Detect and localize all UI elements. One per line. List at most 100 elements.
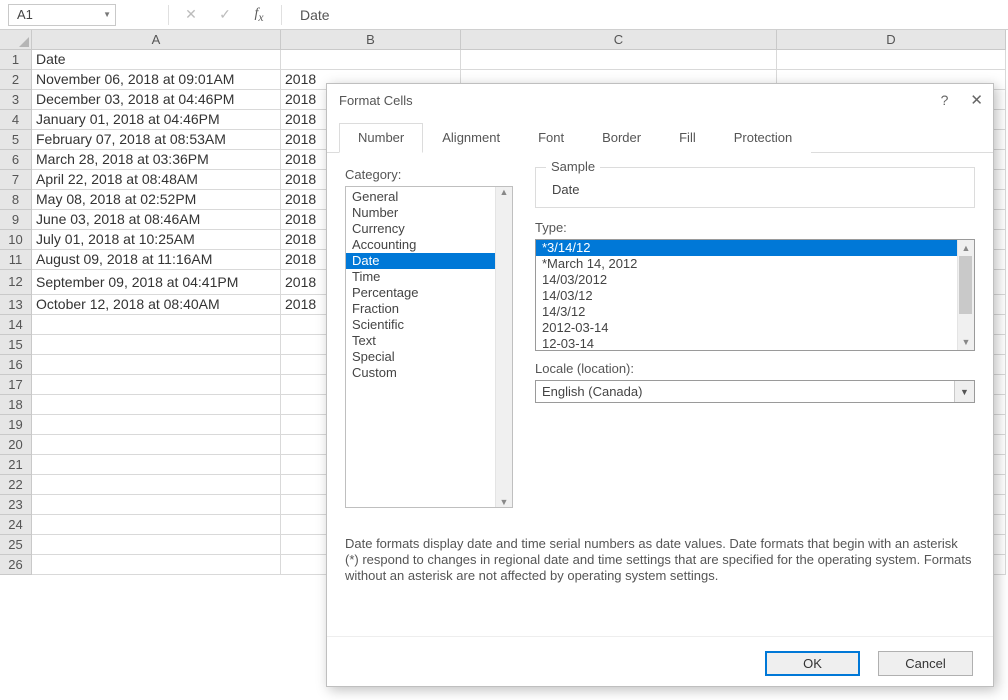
- row-header[interactable]: 3: [0, 90, 32, 110]
- row-header[interactable]: 15: [0, 335, 32, 355]
- row-header[interactable]: 10: [0, 230, 32, 250]
- list-item[interactable]: 2012-03-14: [536, 320, 974, 336]
- row-header[interactable]: 18: [0, 395, 32, 415]
- list-item[interactable]: Custom: [346, 365, 512, 381]
- list-item[interactable]: Percentage: [346, 285, 512, 301]
- cell[interactable]: [32, 435, 281, 455]
- scroll-down-icon[interactable]: ▼: [962, 337, 971, 347]
- type-listbox[interactable]: *3/14/12*March 14, 201214/03/201214/03/1…: [535, 239, 975, 351]
- row-header[interactable]: 8: [0, 190, 32, 210]
- close-icon[interactable]: ✕: [970, 91, 983, 109]
- list-item[interactable]: 14/03/12: [536, 288, 974, 304]
- cell[interactable]: [461, 50, 777, 70]
- cell[interactable]: [32, 335, 281, 355]
- tab-border[interactable]: Border: [583, 123, 660, 153]
- list-item[interactable]: Accounting: [346, 237, 512, 253]
- cell[interactable]: November 06, 2018 at 09:01AM: [32, 70, 281, 90]
- dialog-titlebar[interactable]: Format Cells ? ✕: [327, 84, 993, 116]
- cell[interactable]: [32, 455, 281, 475]
- scroll-down-icon[interactable]: ▼: [500, 497, 509, 507]
- column-header[interactable]: D: [777, 30, 1006, 50]
- scroll-up-icon[interactable]: ▲: [962, 243, 971, 253]
- cell[interactable]: [32, 315, 281, 335]
- cancel-entry-icon[interactable]: ✕: [183, 6, 199, 23]
- list-item[interactable]: Special: [346, 349, 512, 365]
- cell[interactable]: [32, 555, 281, 575]
- cell[interactable]: March 28, 2018 at 03:36PM: [32, 150, 281, 170]
- cancel-button[interactable]: Cancel: [878, 651, 973, 676]
- row-header[interactable]: 19: [0, 415, 32, 435]
- list-item[interactable]: 14/03/2012: [536, 272, 974, 288]
- row-header[interactable]: 24: [0, 515, 32, 535]
- row-header[interactable]: 9: [0, 210, 32, 230]
- row-header[interactable]: 22: [0, 475, 32, 495]
- row-header[interactable]: 2: [0, 70, 32, 90]
- column-header[interactable]: C: [461, 30, 777, 50]
- cell[interactable]: February 07, 2018 at 08:53AM: [32, 130, 281, 150]
- list-item[interactable]: Currency: [346, 221, 512, 237]
- scrollbar[interactable]: ▲ ▼: [495, 187, 512, 507]
- confirm-entry-icon[interactable]: ✓: [217, 6, 233, 23]
- scroll-up-icon[interactable]: ▲: [500, 187, 509, 197]
- row-header[interactable]: 17: [0, 375, 32, 395]
- cell[interactable]: June 03, 2018 at 08:46AM: [32, 210, 281, 230]
- row-header[interactable]: 12: [0, 270, 32, 295]
- row-header[interactable]: 14: [0, 315, 32, 335]
- cell[interactable]: April 22, 2018 at 08:48AM: [32, 170, 281, 190]
- cell[interactable]: [281, 50, 461, 70]
- cell[interactable]: [32, 415, 281, 435]
- insert-function-icon[interactable]: fx: [251, 6, 267, 24]
- help-icon[interactable]: ?: [941, 92, 949, 108]
- cell[interactable]: [32, 395, 281, 415]
- row-header[interactable]: 7: [0, 170, 32, 190]
- row-header[interactable]: 11: [0, 250, 32, 270]
- cell[interactable]: [32, 475, 281, 495]
- row-header[interactable]: 4: [0, 110, 32, 130]
- list-item[interactable]: Fraction: [346, 301, 512, 317]
- row-header[interactable]: 23: [0, 495, 32, 515]
- tab-protection[interactable]: Protection: [715, 123, 812, 153]
- tab-alignment[interactable]: Alignment: [423, 123, 519, 153]
- cell[interactable]: [32, 355, 281, 375]
- chevron-down-icon[interactable]: ▼: [954, 381, 974, 402]
- scrollbar-thumb[interactable]: [959, 256, 972, 314]
- list-item[interactable]: Date: [346, 253, 512, 269]
- ok-button[interactable]: OK: [765, 651, 860, 676]
- row-header[interactable]: 21: [0, 455, 32, 475]
- category-listbox[interactable]: GeneralNumberCurrencyAccountingDateTimeP…: [345, 186, 513, 508]
- list-item[interactable]: Scientific: [346, 317, 512, 333]
- row-header[interactable]: 6: [0, 150, 32, 170]
- list-item[interactable]: Text: [346, 333, 512, 349]
- cell[interactable]: July 01, 2018 at 10:25AM: [32, 230, 281, 250]
- list-item[interactable]: *March 14, 2012: [536, 256, 974, 272]
- list-item[interactable]: 14/3/12: [536, 304, 974, 320]
- locale-select[interactable]: English (Canada) ▼: [535, 380, 975, 403]
- list-item[interactable]: 12-03-14: [536, 336, 974, 352]
- cell[interactable]: [32, 515, 281, 535]
- chevron-down-icon[interactable]: ▼: [103, 10, 111, 19]
- scrollbar[interactable]: ▲ ▼: [957, 240, 974, 350]
- tab-fill[interactable]: Fill: [660, 123, 715, 153]
- row-header[interactable]: 20: [0, 435, 32, 455]
- row-header[interactable]: 26: [0, 555, 32, 575]
- cell[interactable]: September 09, 2018 at 04:41PM: [32, 270, 281, 295]
- cell[interactable]: May 08, 2018 at 02:52PM: [32, 190, 281, 210]
- cell[interactable]: [777, 50, 1006, 70]
- cell[interactable]: December 03, 2018 at 04:46PM: [32, 90, 281, 110]
- cell[interactable]: Date: [32, 50, 281, 70]
- list-item[interactable]: General: [346, 189, 512, 205]
- row-header[interactable]: 16: [0, 355, 32, 375]
- cell[interactable]: [32, 375, 281, 395]
- tab-number[interactable]: Number: [339, 123, 423, 153]
- select-all-corner[interactable]: [0, 30, 32, 50]
- cell[interactable]: August 09, 2018 at 11:16AM: [32, 250, 281, 270]
- formula-bar-input[interactable]: Date: [290, 7, 330, 23]
- row-header[interactable]: 1: [0, 50, 32, 70]
- list-item[interactable]: Number: [346, 205, 512, 221]
- cell[interactable]: [32, 535, 281, 555]
- row-header[interactable]: 25: [0, 535, 32, 555]
- cell[interactable]: [32, 495, 281, 515]
- name-box[interactable]: A1 ▼: [8, 4, 116, 26]
- list-item[interactable]: *3/14/12: [536, 240, 974, 256]
- column-header[interactable]: B: [281, 30, 461, 50]
